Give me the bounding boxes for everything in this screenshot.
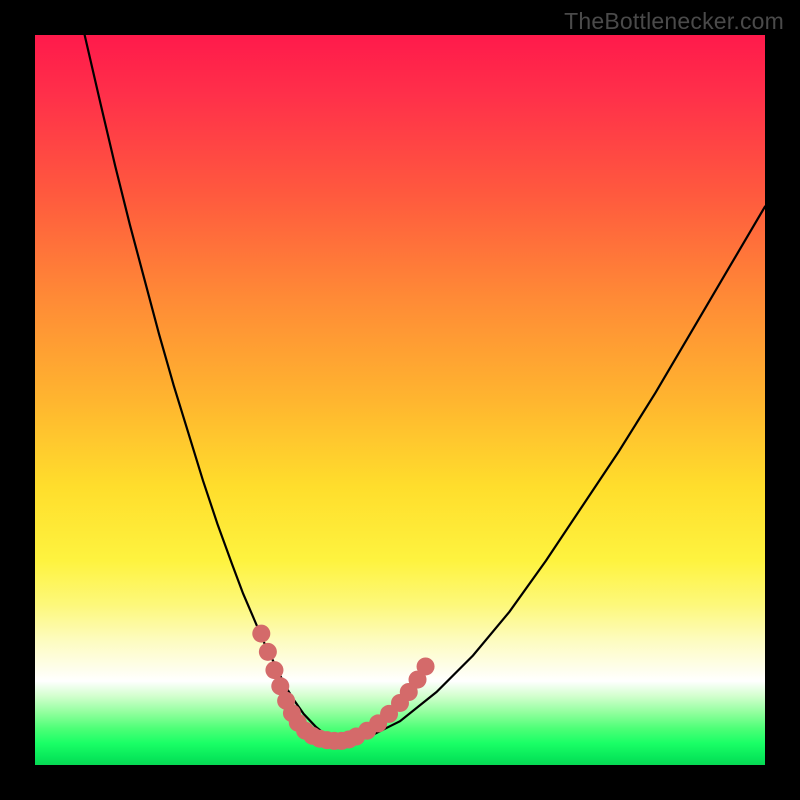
attribution-text: TheBottlenecker.com: [564, 8, 784, 35]
marker-dot: [417, 657, 435, 675]
curve-line: [85, 35, 765, 741]
marker-dot: [265, 661, 283, 679]
chart-frame: TheBottlenecker.com: [0, 0, 800, 800]
highlight-markers: [252, 625, 434, 750]
marker-dot: [252, 625, 270, 643]
chart-overlay: [35, 35, 765, 765]
marker-dot: [259, 643, 277, 661]
